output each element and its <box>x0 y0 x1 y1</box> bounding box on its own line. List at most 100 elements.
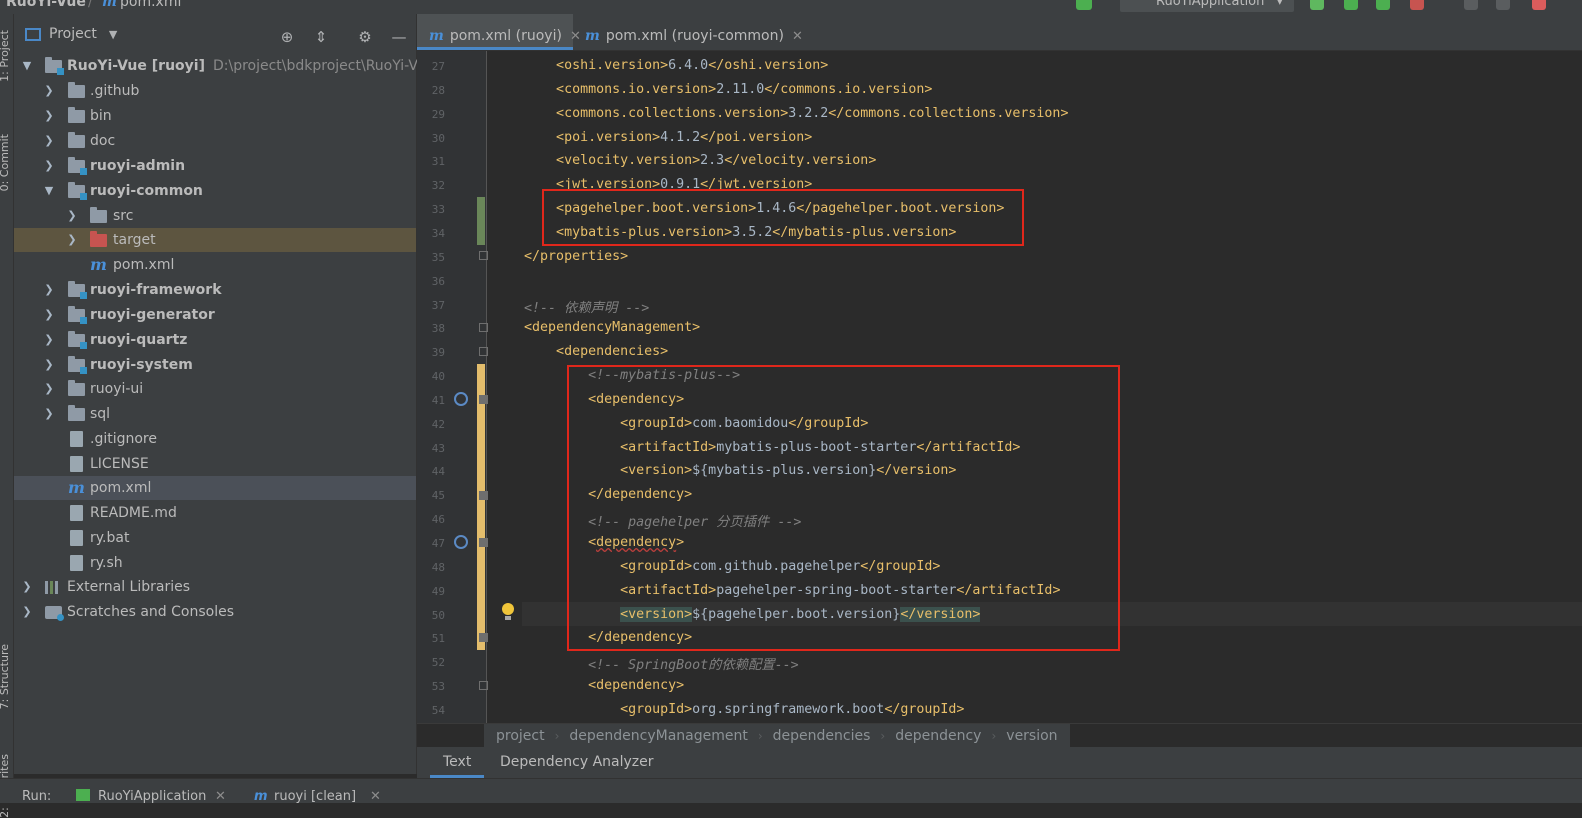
code-line[interactable]: 31 <velocity.version>2.3</velocity.versi… <box>417 150 1582 174</box>
tree-item-ruoyi-generator[interactable]: ❯ ruoyi-generator <box>14 303 416 327</box>
run-tab-ruoyi-clean[interactable]: ruoyi [clean] <box>274 789 356 803</box>
close-icon[interactable]: ✕ <box>370 789 381 803</box>
code-text[interactable]: <commons.collections.version>3.2.2</comm… <box>492 106 1068 121</box>
code-text[interactable]: <!-- 依赖声明 --> <box>492 297 649 316</box>
tree-item-ruoyi-admin[interactable]: ❯ ruoyi-admin <box>14 154 416 178</box>
tree-item-ruoyi-quartz[interactable]: ❯ ruoyi-quartz <box>14 328 416 352</box>
code-text[interactable]: <oshi.version>6.4.0</oshi.version> <box>492 58 828 73</box>
chevron-right-icon[interactable]: ❯ <box>42 377 56 401</box>
chevron-right-icon[interactable]: ❯ <box>20 575 34 599</box>
step-icon[interactable] <box>1496 0 1510 10</box>
tree-item-license[interactable]: LICENSE <box>14 452 416 476</box>
dependency-implementation-icon[interactable] <box>454 392 468 406</box>
code-text[interactable]: <poi.version>4.1.2</poi.version> <box>492 130 812 145</box>
run-with-coverage-icon[interactable] <box>1376 0 1390 10</box>
code-line[interactable]: 36 <box>417 270 1582 294</box>
chevron-down-icon[interactable]: ▼ <box>42 179 56 203</box>
code-text[interactable]: <dependency> <box>492 678 684 693</box>
tree-item-scratches[interactable]: ❯ Scratches and Consoles <box>14 600 416 624</box>
fold-icon[interactable] <box>479 681 488 690</box>
tree-item-doc[interactable]: ❯ doc <box>14 129 416 153</box>
tree-item-readme[interactable]: README.md <box>14 501 416 525</box>
tab-pom-ruoyi-common[interactable]: m pom.xml (ruoyi-common) ✕ <box>573 14 803 50</box>
tree-item-src[interactable]: ❯ src <box>14 204 416 228</box>
fold-icon[interactable] <box>479 538 488 547</box>
tree-item-ry-bat[interactable]: ry.bat <box>14 526 416 550</box>
fold-icon[interactable] <box>479 251 488 260</box>
run-tab-ruoyiapplication[interactable]: RuoYiApplication <box>98 789 206 803</box>
fold-icon[interactable] <box>479 347 488 356</box>
breadcrumb-item-dependency[interactable]: dependency <box>895 728 981 744</box>
run-config-select[interactable]: RuoYiApplication ▾ <box>1120 0 1294 12</box>
chevron-right-icon[interactable]: ❯ <box>42 303 56 327</box>
dependency-implementation-icon[interactable] <box>454 535 468 549</box>
code-text[interactable]: <commons.io.version>2.11.0</commons.io.v… <box>492 82 932 97</box>
chevron-right-icon[interactable]: ❯ <box>65 204 79 228</box>
close-icon[interactable]: ✕ <box>792 29 803 44</box>
fold-icon[interactable] <box>479 633 488 642</box>
fold-icon[interactable] <box>479 491 488 500</box>
tree-item-ruoyi-framework[interactable]: ❯ ruoyi-framework <box>14 278 416 302</box>
chevron-right-icon[interactable]: ❯ <box>42 402 56 426</box>
tree-item-ruoyi-vue[interactable]: ▼ RuoYi-Vue [ruoyi] D:\project\bdkproject… <box>14 54 435 78</box>
tree-item-ruoyi-ui[interactable]: ❯ ruoyi-ui <box>14 377 416 401</box>
code-text[interactable]: </properties> <box>492 249 628 264</box>
chevron-right-icon[interactable]: ❯ <box>42 129 56 153</box>
code-line[interactable]: 39 <dependencies> <box>417 341 1582 365</box>
profile-icon[interactable] <box>1410 0 1424 10</box>
code-line[interactable]: 52 <!-- SpringBoot的依赖配置--> <box>417 651 1582 675</box>
file-breadcrumb[interactable]: pom.xml <box>120 0 181 10</box>
chevron-right-icon[interactable]: ❯ <box>42 328 56 352</box>
project-breadcrumb[interactable]: RuoYi-Vue <box>6 0 86 10</box>
code-text[interactable]: <velocity.version>2.3</velocity.version> <box>492 153 876 168</box>
tree-item-gitignore[interactable]: .gitignore <box>14 427 416 451</box>
code-line[interactable]: 54 <groupId>org.springframework.boot</gr… <box>417 699 1582 723</box>
chevron-right-icon[interactable]: ❯ <box>42 154 56 178</box>
tree-item-target[interactable]: ❯ target <box>14 228 416 252</box>
chevron-right-icon[interactable]: ❯ <box>42 79 56 103</box>
chevron-right-icon[interactable]: ❯ <box>20 600 34 624</box>
code-line[interactable]: 29 <commons.collections.version>3.2.2</c… <box>417 103 1582 127</box>
breadcrumb-item-project[interactable]: project <box>496 728 545 744</box>
code-text[interactable]: <!-- SpringBoot的依赖配置--> <box>492 654 799 673</box>
code-line[interactable]: 35 </properties> <box>417 246 1582 270</box>
tree-item-external-libraries[interactable]: ❯ External Libraries <box>14 575 416 599</box>
breadcrumb-item-dependencies[interactable]: dependencies <box>773 728 871 744</box>
tab-dependency-analyzer[interactable]: Dependency Analyzer <box>487 747 667 778</box>
breadcrumb-item-version[interactable]: version <box>1006 728 1057 744</box>
code-text[interactable]: <dependencyManagement> <box>492 320 700 335</box>
project-tool-tab[interactable]: 1: Project <box>0 30 11 82</box>
tree-item-ruoyi-system[interactable]: ❯ ruoyi-system <box>14 353 416 377</box>
stop-icon[interactable] <box>1532 0 1546 10</box>
code-line[interactable]: 53 <dependency> <box>417 675 1582 699</box>
chevron-down-icon[interactable]: ▼ <box>20 54 34 78</box>
chevron-right-icon[interactable]: ❯ <box>42 278 56 302</box>
locate-icon[interactable]: ⊕ <box>278 28 296 46</box>
code-editor[interactable]: 27 <oshi.version>6.4.0</oshi.version> 28 … <box>417 51 1582 723</box>
collapse-all-icon[interactable]: ⇕ <box>312 28 330 46</box>
minimize-icon[interactable]: — <box>390 28 408 46</box>
close-icon[interactable]: ✕ <box>215 789 226 803</box>
tree-item-common-pom[interactable]: m pom.xml <box>14 253 416 277</box>
code-line[interactable]: 37 <!-- 依赖声明 --> <box>417 294 1582 318</box>
lightbulb-icon[interactable] <box>501 603 515 621</box>
debug-icon[interactable] <box>1344 0 1358 10</box>
fold-icon[interactable] <box>479 395 488 404</box>
structure-tool-tab[interactable]: 7: Structure <box>0 644 11 709</box>
tree-item-github[interactable]: ❯ .github <box>14 79 416 103</box>
tree-item-sql[interactable]: ❯ sql <box>14 402 416 426</box>
commit-tool-tab[interactable]: 0: Commit <box>0 134 11 191</box>
chevron-right-icon[interactable]: ❯ <box>65 228 79 252</box>
tab-text[interactable]: Text <box>430 747 485 778</box>
code-line[interactable]: 30 <poi.version>4.1.2</poi.version> <box>417 127 1582 151</box>
chevron-right-icon[interactable]: ❯ <box>42 104 56 128</box>
project-view-selector[interactable]: Project ▼ <box>25 26 117 42</box>
rerun-icon[interactable] <box>1310 0 1324 10</box>
tab-pom-ruoyi[interactable]: m pom.xml (ruoyi) ✕ <box>417 14 581 50</box>
code-line[interactable]: 27 <oshi.version>6.4.0</oshi.version> <box>417 55 1582 79</box>
attach-icon[interactable] <box>1464 0 1478 10</box>
tree-item-ry-sh[interactable]: ry.sh <box>14 551 416 575</box>
tree-item-ruoyi-common[interactable]: ▼ ruoyi-common <box>14 179 416 203</box>
gear-icon[interactable]: ⚙ <box>356 28 374 46</box>
code-line[interactable]: 28 <commons.io.version>2.11.0</commons.i… <box>417 79 1582 103</box>
